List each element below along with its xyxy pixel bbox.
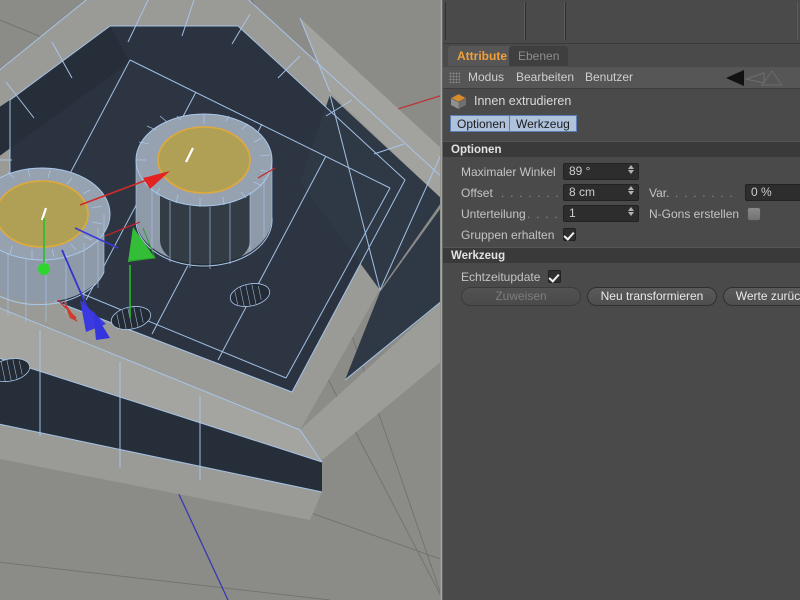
panel-menubar: Modus Bearbeiten Benutzer xyxy=(443,67,800,89)
upper-empty-toolbar xyxy=(443,0,800,44)
subtab-optionen[interactable]: Optionen xyxy=(450,115,513,132)
label-realtime-update: Echtzeitupdate xyxy=(461,267,540,287)
label-offset: Offset xyxy=(461,183,493,203)
section-header-optionen: Optionen xyxy=(443,141,800,157)
label-offset-leader: . . . . . . . . . . . xyxy=(501,183,561,203)
cube-icon xyxy=(450,93,467,110)
section-header-werkzeug: Werkzeug xyxy=(443,247,800,263)
row-realtime-update: Echtzeitupdate xyxy=(443,267,800,287)
selected-face-upper xyxy=(158,127,250,193)
back-arrow-icon xyxy=(726,70,744,86)
stepper-max-angle[interactable] xyxy=(627,165,635,178)
label-keep-groups: Gruppen erhalten xyxy=(461,225,554,245)
row-max-angle: Maximaler Winkel 89 ° xyxy=(443,162,800,182)
forward-arrow-icon xyxy=(746,73,764,83)
menu-modus[interactable]: Modus xyxy=(468,67,504,88)
input-subdivision[interactable]: 1 xyxy=(563,205,639,222)
upper-toolbar-cell-3 xyxy=(565,2,798,40)
panel-menu-icons xyxy=(724,69,796,87)
row-keep-groups: Gruppen erhalten xyxy=(443,225,800,245)
tab-ebenen[interactable]: Ebenen xyxy=(509,46,568,66)
panel-tabbar: Attribute Ebenen xyxy=(443,45,800,67)
menu-bearbeiten[interactable]: Bearbeiten xyxy=(516,67,574,88)
grip-handle-icon[interactable] xyxy=(449,72,460,83)
label-ngons: N-Gons erstellen xyxy=(649,204,739,224)
attribute-manager-panel: Attribute Ebenen Modus Bearbeiten Benutz… xyxy=(443,0,800,600)
upper-toolbar-cell-1 xyxy=(445,2,525,40)
cylinder-upper xyxy=(136,114,272,269)
retransform-button[interactable]: Neu transformieren xyxy=(587,287,717,306)
input-subdivision-value: 1 xyxy=(569,206,576,220)
label-var: Var. xyxy=(649,183,669,203)
input-var-value: 0 % xyxy=(751,185,772,199)
row-offset: Offset . . . . . . . . . . . 8 cm Var. .… xyxy=(443,183,800,203)
input-max-angle-value: 89 ° xyxy=(569,164,590,178)
menu-benutzer[interactable]: Benutzer xyxy=(585,67,633,88)
assign-button[interactable]: Zuweisen xyxy=(461,287,581,306)
checkbox-ngons[interactable] xyxy=(747,207,761,221)
triangle-outline-icon xyxy=(762,71,782,85)
tab-attribute[interactable]: Attribute xyxy=(448,46,516,66)
input-offset-value: 8 cm xyxy=(569,185,595,199)
row-subdivision: Unterteilung . . . . . . 1 N-Gons erstel… xyxy=(443,204,800,224)
checkbox-realtime-update[interactable] xyxy=(548,270,561,283)
input-var[interactable]: 0 % xyxy=(745,184,800,201)
upper-toolbar-cell-2 xyxy=(525,2,565,40)
input-offset[interactable]: 8 cm xyxy=(563,184,639,201)
object-header: Innen extrudieren xyxy=(443,90,800,113)
subtab-werkzeug[interactable]: Werkzeug xyxy=(509,115,577,132)
input-max-angle[interactable]: 89 ° xyxy=(563,163,639,180)
reset-values-button[interactable]: Werte zurück xyxy=(723,287,800,306)
label-subdivision-leader: . . . . . . xyxy=(527,204,561,224)
stepper-offset[interactable] xyxy=(627,186,635,199)
application-window: Attribute Ebenen Modus Bearbeiten Benutz… xyxy=(0,0,800,600)
checkbox-keep-groups[interactable] xyxy=(563,228,576,241)
label-max-angle: Maximaler Winkel xyxy=(461,162,556,182)
object-name-label: Innen extrudieren xyxy=(474,90,571,113)
label-var-leader: . . . . . . . . . . . xyxy=(675,183,735,203)
object-subtabs: Optionen Werkzeug xyxy=(443,115,800,137)
viewport-canvas xyxy=(0,0,443,600)
stepper-subdivision[interactable] xyxy=(627,207,635,220)
3d-viewport[interactable] xyxy=(0,0,443,600)
label-subdivision: Unterteilung xyxy=(461,204,526,224)
